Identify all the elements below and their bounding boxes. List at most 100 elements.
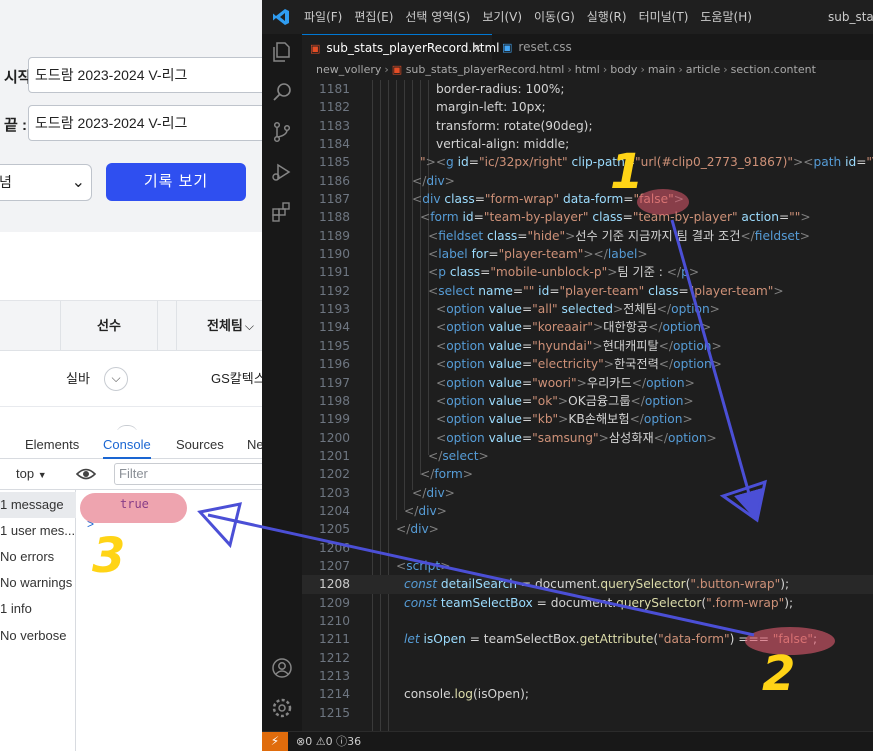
- line-number: 1193: [318, 302, 350, 317]
- sidebar-item-user-messages[interactable]: 1 user mes...: [0, 518, 76, 544]
- search-icon[interactable]: [270, 80, 294, 104]
- code-line[interactable]: 1194 <option value="koreaair">대한항공</optio…: [302, 318, 873, 336]
- code-line[interactable]: 1198 <option value="ok">OK금융그룹</option>: [302, 392, 873, 410]
- source-control-icon[interactable]: [270, 120, 294, 144]
- code-line[interactable]: 1185 "><g id="ic/32px/right" clip-path="u…: [302, 153, 873, 171]
- menu-file[interactable]: 파일(F): [304, 0, 342, 34]
- code-token: value: [484, 357, 522, 372]
- code-line[interactable]: 1187 <div class="form-wrap" data-form="fa…: [302, 190, 873, 208]
- tab-sources[interactable]: Sources: [176, 430, 224, 459]
- sidebar-item-errors[interactable]: No errors: [0, 544, 76, 570]
- run-debug-icon[interactable]: [270, 160, 294, 184]
- code-line[interactable]: 1196 <option value="electricity">한국전력</op…: [302, 355, 873, 373]
- tab-sub-stats-playerrecord[interactable]: ▣ sub_stats_playerRecord.html ×: [302, 34, 499, 61]
- code-token: <: [436, 357, 447, 372]
- breadcrumb-item[interactable]: sub_stats_playerRecord.html: [406, 63, 565, 76]
- code-line[interactable]: 1202 </form>: [302, 465, 873, 483]
- code-token: >: [593, 320, 604, 335]
- code-line[interactable]: 1186 </div>: [302, 172, 873, 190]
- code-text: border-radius: 100%;: [372, 80, 564, 98]
- code-line[interactable]: 1206: [302, 539, 873, 557]
- code-token: >: [557, 393, 569, 408]
- code-text: <p class="mobile-unblock-p">팀 기준 : </p>: [372, 263, 699, 281]
- menu-view[interactable]: 보기(V): [482, 0, 522, 34]
- menu-selection[interactable]: 선택 영역(S): [405, 0, 470, 34]
- code-line[interactable]: 1183 transform: rotate(90deg);: [302, 117, 873, 135]
- sidebar-item-info[interactable]: 1 info: [0, 596, 76, 622]
- code-token: =: [549, 283, 560, 298]
- code-line[interactable]: 1199 <option value="kb">KB손해보험</option>: [302, 410, 873, 428]
- code-token: "ok": [532, 393, 558, 408]
- code-token: >: [478, 448, 489, 463]
- code-text: margin-left: 10px;: [372, 98, 546, 116]
- code-line[interactable]: 1190 <label for="player-team"></label>: [302, 245, 873, 263]
- tab-reset-css[interactable]: ▣ reset.css: [494, 34, 594, 60]
- code-token: "url(#clip0_2773_91867)": [635, 155, 794, 170]
- code-line[interactable]: 1201 </select>: [302, 447, 873, 465]
- code-editor[interactable]: 1181 border-radius: 100%; 1182 margin-left:…: [302, 80, 873, 731]
- code-token: option: [644, 393, 684, 408]
- code-token: label: [438, 247, 468, 262]
- tab-console[interactable]: Console: [103, 430, 151, 459]
- code-line[interactable]: 1200 <option value="samsung">삼성화재</option…: [302, 429, 873, 447]
- code-line[interactable]: 1195 <option value="hyundai">현대캐피탈</optio…: [302, 337, 873, 355]
- breadcrumb-item[interactable]: new_vollery: [316, 63, 381, 76]
- sidebar-item-warnings[interactable]: No warnings: [0, 570, 76, 596]
- menu-run[interactable]: 실행(R): [587, 0, 627, 34]
- code-token: getAttribute: [579, 632, 654, 647]
- menu-go[interactable]: 이동(G): [534, 0, 575, 34]
- code-line[interactable]: 1203 </div>: [302, 484, 873, 502]
- breadcrumb-item[interactable]: main: [648, 63, 675, 76]
- web-page: 시작 : 도드람 2023-2024 V-리그 끝 : 도드람 2023-202…: [0, 0, 268, 430]
- sidebar-item-verbose[interactable]: No verbose: [0, 623, 76, 649]
- view-record-button[interactable]: 기록 보기: [106, 163, 246, 201]
- code-token: >: [684, 375, 695, 390]
- menu-edit[interactable]: 편집(E): [354, 0, 393, 34]
- code-line[interactable]: 1204 </div>: [302, 502, 873, 520]
- sidebar-item-messages[interactable]: 1 message: [0, 492, 76, 518]
- tab-elements[interactable]: Elements: [25, 430, 79, 459]
- season-select[interactable]: 념 ⌄: [0, 164, 92, 201]
- code-line[interactable]: 1210: [302, 612, 873, 630]
- remote-icon[interactable]: ⚡: [262, 732, 288, 751]
- chevron-right-icon: ›: [678, 63, 683, 76]
- code-line[interactable]: 1197 <option value="woori">우리카드</option>: [302, 374, 873, 392]
- code-line[interactable]: 1208 const detailSearch = document.queryS…: [302, 575, 873, 594]
- code-line[interactable]: 1205 </div>: [302, 520, 873, 538]
- code-line[interactable]: 1189 <fieldset class="hide">선수 기준 지금까지 팀 …: [302, 227, 873, 245]
- code-line[interactable]: 1182 margin-left: 10px;: [302, 98, 873, 116]
- gear-icon[interactable]: [270, 696, 294, 720]
- expand-row-button[interactable]: ⌵: [104, 367, 128, 391]
- code-line[interactable]: 1192 <select name="" id="player-team" cla…: [302, 282, 873, 300]
- code-line[interactable]: 1184 vertical-align: middle;: [302, 135, 873, 153]
- eye-icon[interactable]: [76, 465, 96, 483]
- code-line[interactable]: 1207 <script>: [302, 557, 873, 575]
- breadcrumb-item[interactable]: article: [686, 63, 721, 76]
- code-token: option: [671, 302, 710, 317]
- problems-indicator[interactable]: ⊗0 ⚠0 ⓘ36: [296, 732, 361, 751]
- account-icon[interactable]: [270, 656, 294, 680]
- breadcrumb-item[interactable]: section.content: [731, 63, 816, 76]
- code-line[interactable]: 1209 const teamSelectBox = document.query…: [302, 594, 873, 612]
- code-line[interactable]: 1193 <option value="all" selected>전체팀</op…: [302, 300, 873, 318]
- column-header-team[interactable]: 전체팀 ⌵: [176, 301, 276, 351]
- code-token: querySelector: [616, 595, 702, 610]
- explorer-icon[interactable]: [270, 40, 294, 64]
- breadcrumb-item[interactable]: body: [610, 63, 637, 76]
- menu-help[interactable]: 도움말(H): [700, 0, 752, 34]
- context-select[interactable]: top ▼: [16, 466, 47, 481]
- console-filter-input[interactable]: Filter: [114, 463, 274, 485]
- extensions-icon[interactable]: [270, 200, 294, 224]
- code-line[interactable]: 1191 <p class="mobile-unblock-p">팀 기준 : <…: [302, 263, 873, 281]
- breadcrumb-item[interactable]: html: [575, 63, 600, 76]
- code-text: <script>: [372, 557, 450, 575]
- close-icon[interactable]: ×: [472, 35, 482, 61]
- menu-terminal[interactable]: 터미널(T): [639, 0, 689, 34]
- end-season-field[interactable]: 도드람 2023-2024 V-리그: [28, 105, 268, 141]
- code-token: "player-team": [688, 283, 774, 298]
- triangle-down-icon: ▼: [37, 470, 47, 480]
- code-line[interactable]: 1215: [302, 704, 873, 722]
- start-season-field[interactable]: 도드람 2023-2024 V-리그: [28, 57, 268, 93]
- code-line[interactable]: 1188 <form id="team-by-player" class="tea…: [302, 208, 873, 226]
- code-line[interactable]: 1181 border-radius: 100%;: [302, 80, 873, 98]
